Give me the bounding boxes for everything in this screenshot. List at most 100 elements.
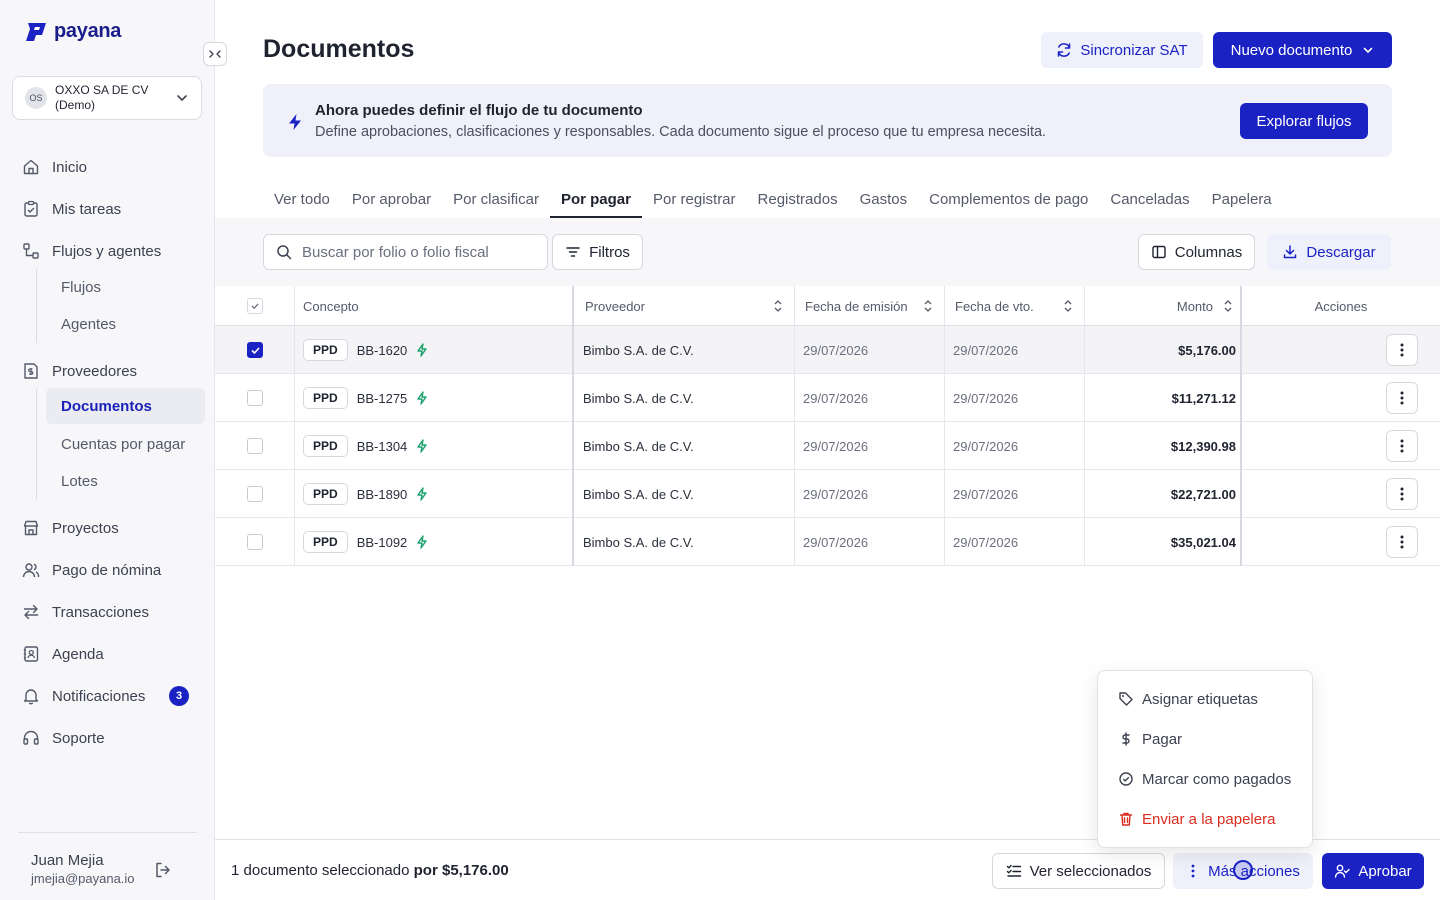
folio[interactable]: BB-1092 <box>357 535 408 550</box>
new-document-button[interactable]: Nuevo documento <box>1213 32 1392 68</box>
sidebar-item-label: Flujos y agentes <box>52 242 162 260</box>
acciones-cell <box>1386 422 1418 470</box>
table-row[interactable]: PPD BB-1304 Bimbo S.A. de C.V. 29/07/2026 29… <box>215 422 1440 470</box>
sidebar-item-soporte[interactable]: Soporte <box>12 720 205 756</box>
header-fecha-vto-label: Fecha de vto. <box>955 298 1034 314</box>
circle-check-icon <box>1119 772 1133 786</box>
filters-button[interactable]: Filtros <box>552 234 643 270</box>
tab-por-pagar[interactable]: Por pagar <box>549 180 643 218</box>
row-actions-button[interactable] <box>1386 526 1418 558</box>
check-icon <box>251 303 259 310</box>
flow-indicator <box>416 343 428 357</box>
table-header: Concepto Proveedor Fecha de emisión Fech… <box>215 286 1440 326</box>
row-actions-button[interactable] <box>1386 478 1418 510</box>
menu-item-enviar-papelera[interactable]: Enviar a la papelera <box>1098 799 1312 839</box>
menu-item-pagar[interactable]: Pagar <box>1098 719 1312 759</box>
tab-por-aprobar[interactable]: Por aprobar <box>341 180 442 218</box>
menu-item-marcar-pagados[interactable]: Marcar como pagados <box>1098 759 1312 799</box>
trash-icon <box>1119 812 1133 826</box>
proveedor-cell: Bimbo S.A. de C.V. <box>583 342 694 358</box>
columns-button[interactable]: Columnas <box>1138 234 1255 270</box>
more-vertical-icon <box>1400 535 1404 549</box>
download-button[interactable]: Descargar <box>1267 234 1391 270</box>
folio[interactable]: BB-1304 <box>357 439 408 454</box>
explore-flows-button[interactable]: Explorar flujos <box>1240 103 1368 139</box>
row-actions-button[interactable] <box>1386 382 1418 414</box>
document-tabs: Ver todo Por aprobar Por clasificar Por pag… <box>263 180 1283 218</box>
logout-icon[interactable] <box>154 861 172 879</box>
selection-bar: 1 documento seleccionado por $5,176.00 V… <box>215 839 1440 900</box>
selection-count-text: 1 documento seleccionado <box>231 862 410 879</box>
column-divider <box>944 470 945 518</box>
search-box[interactable] <box>263 234 548 270</box>
sidebar-item-pago-de-nomina[interactable]: Pago de nómina <box>12 552 205 588</box>
row-actions-button[interactable] <box>1386 430 1418 462</box>
sidebar-item-mis-tareas[interactable]: Mis tareas <box>12 191 205 227</box>
table-row[interactable]: PPD BB-1620 Bimbo S.A. de C.V. 29/07/2026 29… <box>215 326 1440 374</box>
sidebar-item-notificaciones[interactable]: Notificaciones 3 <box>12 678 205 714</box>
sidebar-item-lotes[interactable]: Lotes <box>46 463 205 499</box>
more-vertical-icon <box>1400 391 1404 405</box>
folio[interactable]: BB-1620 <box>357 343 408 358</box>
header-fecha-emision-label: Fecha de emisión <box>805 298 908 314</box>
filter-lines-icon <box>566 247 580 257</box>
sidebar-item-agentes[interactable]: Agentes <box>46 306 205 342</box>
fecha-emision-cell: 29/07/2026 <box>803 438 869 454</box>
sort-icon <box>1224 300 1232 312</box>
tab-por-clasificar[interactable]: Por clasificar <box>442 180 550 218</box>
sidebar-item-proveedores[interactable]: Proveedores <box>12 353 205 389</box>
list-check-icon <box>1006 864 1021 877</box>
header-fecha-emision[interactable]: Fecha de emisión <box>805 286 933 326</box>
sidebar-item-flujos[interactable]: Flujos <box>46 269 205 305</box>
acciones-cell <box>1386 470 1418 518</box>
menu-item-label: Marcar como pagados <box>1142 770 1292 788</box>
table-row[interactable]: PPD BB-1890 Bimbo S.A. de C.V. 29/07/2026 29… <box>215 470 1440 518</box>
sidebar-item-documentos[interactable]: Documentos <box>46 388 205 424</box>
row-checkbox[interactable] <box>247 486 263 502</box>
new-document-label: Nuevo documento <box>1230 41 1353 59</box>
sync-sat-button[interactable]: Sincronizar SAT <box>1041 32 1203 68</box>
column-divider <box>294 374 295 422</box>
tab-complementos-de-pago[interactable]: Complementos de pago <box>918 180 1099 218</box>
header-monto-label: Monto <box>1176 298 1213 314</box>
header-proveedor[interactable]: Proveedor <box>585 286 783 326</box>
tab-gastos[interactable]: Gastos <box>849 180 919 218</box>
lightning-icon <box>417 487 427 501</box>
search-input[interactable] <box>302 243 532 261</box>
tab-ver-todo[interactable]: Ver todo <box>263 180 341 218</box>
select-all-checkbox[interactable] <box>247 298 263 314</box>
sidebar-item-agenda[interactable]: Agenda <box>12 636 205 672</box>
sidebar-item-label: Proveedores <box>52 362 138 380</box>
sidebar-item-proyectos[interactable]: Proyectos <box>12 510 205 546</box>
folio[interactable]: BB-1890 <box>357 487 408 502</box>
row-checkbox[interactable] <box>247 342 263 358</box>
row-checkbox[interactable] <box>247 390 263 406</box>
company-selector[interactable]: OS OXXO SA DE CV (Demo) <box>12 76 202 120</box>
row-checkbox[interactable] <box>247 534 263 550</box>
sidebar-item-inicio[interactable]: Inicio <box>12 149 205 185</box>
banner-title: Ahora puedes definir el flujo de tu docu… <box>315 102 643 119</box>
header-monto[interactable]: Monto <box>1095 286 1233 326</box>
column-divider <box>944 374 945 422</box>
row-checkbox[interactable] <box>247 438 263 454</box>
collapse-sidebar-button[interactable] <box>203 42 227 66</box>
menu-item-asignar-etiquetas[interactable]: Asignar etiquetas <box>1098 679 1312 719</box>
logo-text: payana <box>54 20 122 42</box>
sidebar-item-transacciones[interactable]: Transacciones <box>12 594 205 630</box>
sidebar: payana OS OXXO SA DE CV (Demo) Inicio Mi… <box>0 0 215 900</box>
sidebar-item-cuentas-por-pagar[interactable]: Cuentas por pagar <box>46 426 205 462</box>
folio[interactable]: BB-1275 <box>357 391 408 406</box>
view-selected-button[interactable]: Ver seleccionados <box>992 853 1165 889</box>
header-fecha-vto[interactable]: Fecha de vto. <box>955 286 1073 326</box>
concepto-cell: PPD BB-1304 <box>303 422 428 470</box>
tab-registrados[interactable]: Registrados <box>747 180 849 218</box>
logo[interactable]: payana <box>24 20 121 43</box>
tab-papelera[interactable]: Papelera <box>1201 180 1283 218</box>
sidebar-item-flujos-y-agentes[interactable]: Flujos y agentes <box>12 233 205 269</box>
tab-por-registrar[interactable]: Por registrar <box>642 180 747 218</box>
table-row[interactable]: PPD BB-1092 Bimbo S.A. de C.V. 29/07/2026 29… <box>215 518 1440 566</box>
tab-canceladas[interactable]: Canceladas <box>1099 180 1200 218</box>
row-actions-button[interactable] <box>1386 334 1418 366</box>
table-row[interactable]: PPD BB-1275 Bimbo S.A. de C.V. 29/07/2026 29… <box>215 374 1440 422</box>
approve-button[interactable]: Aprobar <box>1322 853 1424 889</box>
